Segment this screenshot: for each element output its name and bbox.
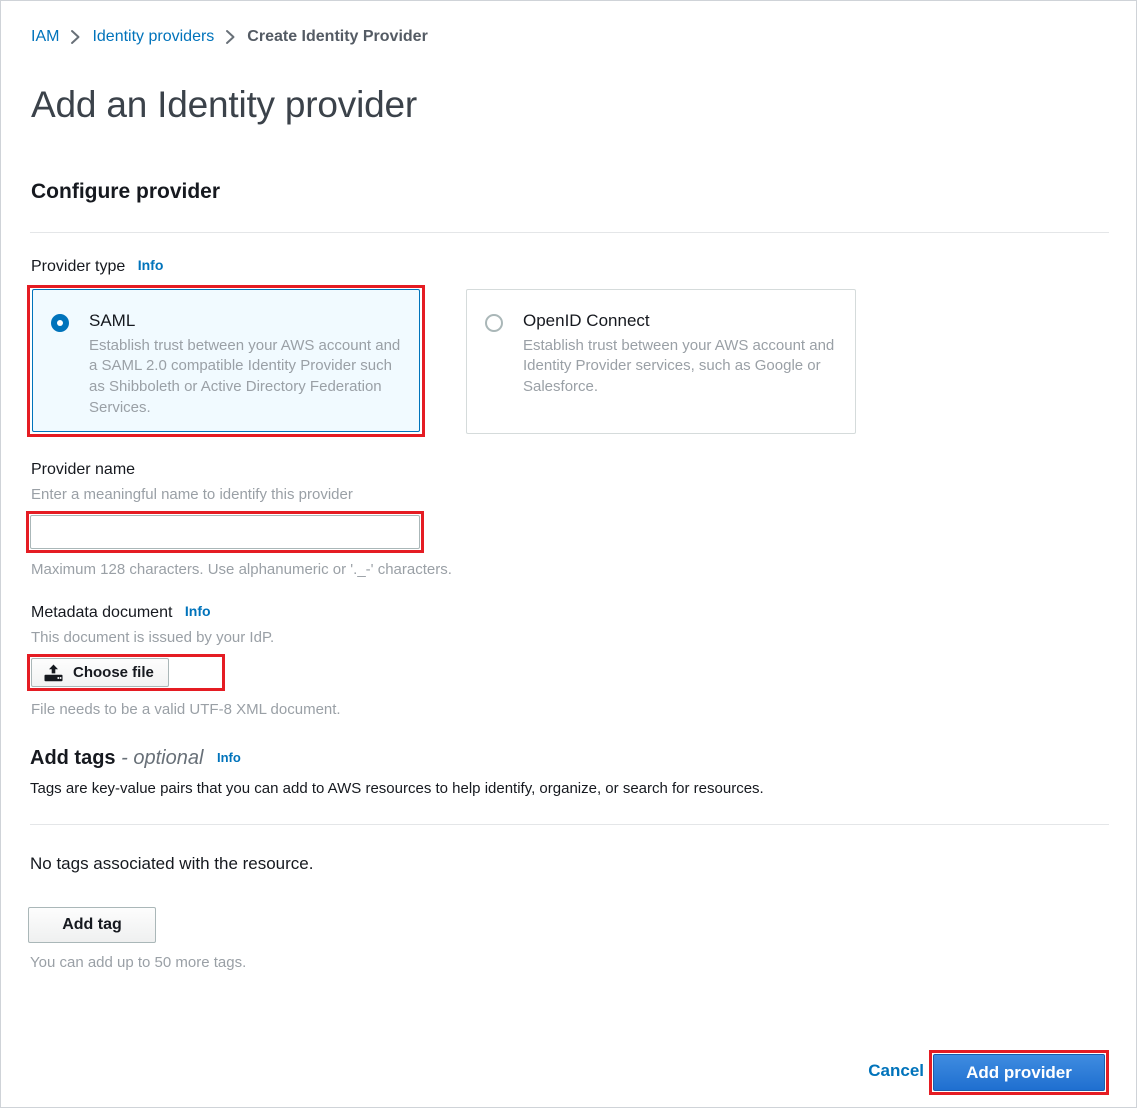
add-tags-info-link[interactable]: Info (217, 750, 241, 765)
cancel-button[interactable]: Cancel (868, 1061, 924, 1081)
upload-icon (44, 664, 63, 682)
choose-file-button-label: Choose file (73, 664, 154, 681)
metadata-document-hint: File needs to be a valid UTF-8 XML docum… (31, 701, 341, 718)
provider-type-option-saml-title: SAML (89, 311, 136, 330)
provider-type-option-oidc[interactable]: OpenID Connect Establish trust between y… (466, 289, 856, 434)
provider-name-input[interactable] (30, 515, 420, 549)
add-provider-button[interactable]: Add provider (933, 1054, 1105, 1091)
section-heading-configure-provider: Configure provider (31, 180, 221, 203)
choose-file-button[interactable]: Choose file (31, 658, 169, 687)
add-tags-heading: Add tags - optional Info (30, 747, 241, 770)
chevron-right-icon (225, 29, 236, 45)
radio-saml[interactable] (51, 314, 69, 332)
breadcrumb: IAM Identity providers Create Identity P… (31, 28, 428, 46)
add-tags-description: Tags are key-value pairs that you can ad… (30, 780, 764, 797)
add-tags-optional-suffix: - optional (121, 747, 204, 769)
divider (30, 824, 1109, 825)
add-tags-remaining-hint: You can add up to 50 more tags. (30, 954, 247, 971)
chevron-right-icon (70, 29, 81, 45)
provider-name-label: Provider name (31, 461, 136, 478)
metadata-document-label: Metadata document (31, 604, 173, 621)
provider-name-hint: Maximum 128 characters. Use alphanumeric… (31, 561, 452, 578)
provider-type-label-group: Provider type Info (31, 257, 163, 276)
provider-name-description: Enter a meaningful name to identify this… (31, 486, 353, 503)
create-identity-provider-page: IAM Identity providers Create Identity P… (0, 0, 1137, 1108)
breadcrumb-item-identity-providers[interactable]: Identity providers (92, 28, 214, 46)
breadcrumb-item-current: Create Identity Provider (247, 28, 428, 45)
metadata-document-label-group: Metadata document Info (31, 603, 211, 622)
add-tag-button[interactable]: Add tag (28, 907, 156, 943)
provider-type-info-link[interactable]: Info (138, 257, 164, 273)
page-title: Add an Identity provider (31, 84, 417, 125)
provider-type-option-oidc-description: Establish trust between your AWS account… (523, 336, 835, 396)
tags-empty-state: No tags associated with the resource. (30, 854, 314, 873)
provider-type-option-oidc-title: OpenID Connect (523, 311, 650, 330)
provider-type-option-saml[interactable]: SAML Establish trust between your AWS ac… (32, 289, 420, 432)
provider-type-label: Provider type (31, 258, 126, 275)
provider-type-option-saml-description: Establish trust between your AWS account… (89, 336, 401, 416)
metadata-document-info-link[interactable]: Info (185, 603, 211, 619)
radio-openid-connect[interactable] (485, 314, 503, 332)
metadata-document-description: This document is issued by your IdP. (31, 629, 275, 646)
add-tags-heading-text: Add tags (30, 747, 116, 769)
breadcrumb-item-iam[interactable]: IAM (31, 28, 59, 46)
divider (30, 232, 1109, 233)
provider-type-options: SAML Establish trust between your AWS ac… (27, 285, 1107, 437)
